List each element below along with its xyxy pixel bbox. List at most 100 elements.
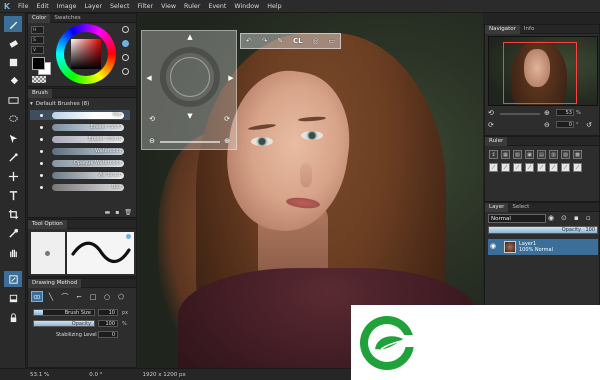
tab-drawing-method[interactable]: Drawing Method [28,278,82,288]
brush-item[interactable]: Air Brush [30,170,130,180]
flip-icon[interactable]: ◎ [312,37,318,45]
menu-help[interactable]: Help [263,3,285,10]
polyline-method-icon[interactable]: ⌐ [73,291,85,302]
mode-radio-icon[interactable] [122,26,129,33]
lock-icon[interactable] [4,309,22,325]
undo-icon[interactable]: ↶ [246,37,252,45]
navigator-thumbnail[interactable] [488,36,598,106]
folder-icon[interactable]: ▬ [105,209,111,216]
mode-radio-icon[interactable] [122,54,129,61]
mode-radio-icon[interactable] [122,68,129,75]
saturation-value-square[interactable] [71,39,101,69]
menu-filter[interactable]: Filter [133,3,157,10]
text-tool-icon[interactable] [4,187,22,203]
gradient-tool-icon[interactable] [4,92,22,108]
nav-zoom-out-icon[interactable]: ⊖ [544,121,550,129]
polygon-method-icon[interactable]: ⬠ [115,291,127,302]
crop-tool-icon[interactable] [4,206,22,222]
rotation-control-pad[interactable]: ▲ ◀ ▶ ▼ ⟲ ⟳ ⊖ ⊕ [141,30,237,150]
hand-tool-icon[interactable] [4,244,22,260]
tab-select[interactable]: Select [508,203,533,212]
menu-file[interactable]: File [14,3,33,10]
menu-select[interactable]: Select [106,3,133,10]
layer-row[interactable]: ◉ Layer1 100% Normal [488,239,598,255]
tab-layer[interactable]: Layer [485,202,509,212]
freehand-method-icon[interactable]: ꝏ [31,291,43,302]
menu-image[interactable]: Image [53,3,81,10]
new-brush-icon[interactable]: ▪ [115,209,119,216]
zoom-in-icon[interactable]: ⊕ [222,136,232,146]
brush-folder[interactable]: ▾ Default Brushes (8) [30,99,134,108]
ruler-line-icon[interactable]: ▦ [501,150,510,159]
blend-mode-select[interactable]: Normal [488,214,546,223]
rotate-right-icon[interactable]: ⟳ [222,114,232,124]
stabilizing-input[interactable]: 0 [98,331,118,338]
brush-item[interactable]: Eraser (Hard) [30,134,130,144]
perspective-6-icon[interactable]: ⟋ [549,163,558,172]
perspective-3-icon[interactable]: ⟋ [513,163,522,172]
lock-alpha-icon[interactable]: ⊙ [561,214,567,222]
saturation-field[interactable]: S [31,36,44,44]
tab-color[interactable]: Color [28,13,51,23]
menu-event[interactable]: Event [204,3,230,10]
perspective-8-icon[interactable]: ⟋ [573,163,582,172]
ruler-curve-icon[interactable]: ▧ [513,150,522,159]
hue-field[interactable]: H [31,26,44,34]
mode-radio-selected-icon[interactable] [122,40,129,47]
magic-wand-tool-icon[interactable] [4,149,22,165]
rectangle-tool-icon[interactable] [4,54,22,70]
arrow-down-icon[interactable]: ▼ [185,111,195,121]
arrow-left-icon[interactable]: ◀ [144,73,154,83]
ruler-parallel-icon[interactable]: ▤ [537,150,546,159]
rotate-left-icon[interactable]: ⟲ [147,114,157,124]
brush-item[interactable]: Watercolor [30,146,130,156]
arrow-right-icon[interactable]: ▶ [226,73,236,83]
ruler-radial-icon[interactable]: ▨ [561,150,570,159]
pen-tool-icon[interactable] [4,16,22,32]
tab-tool-option[interactable]: Tool Option [28,219,67,229]
brush-item[interactable]: Pen [30,110,130,120]
tab-brush[interactable]: Brush [28,88,52,98]
color-wheel[interactable] [56,24,116,84]
brush-size-slider[interactable]: Brush Size [33,309,95,316]
ruler-concentric-icon[interactable]: ▥ [549,150,558,159]
nav-angle-input[interactable]: 0 [556,121,574,128]
layer-opacity-value[interactable]: 100 [585,227,595,234]
brush-item[interactable]: Eraser (Soft) [30,122,130,132]
nav-rotate-right-icon[interactable]: ⟳ [488,121,494,129]
foreground-color-swatch[interactable] [32,57,45,70]
clip-icon[interactable]: ▪ [574,214,579,222]
lasso-tool-icon[interactable] [4,111,22,127]
layer-opacity-slider[interactable]: Opacity 100 [488,226,598,234]
select-tool-icon[interactable] [4,130,22,146]
perspective-2-icon[interactable]: ⟋ [501,163,510,172]
delete-layer-icon[interactable]: ▫ [586,214,591,222]
opacity-slider[interactable]: Opacity [33,320,95,327]
tab-info[interactable]: Info [520,25,538,34]
perspective-1-icon[interactable]: ⟋ [489,163,498,172]
nav-angle-slider[interactable] [500,113,540,115]
rectangle-method-icon[interactable]: □ [87,291,99,302]
curve-method-icon[interactable]: ⌒ [59,291,71,302]
menu-view[interactable]: View [157,3,180,10]
settings-icon[interactable] [126,234,131,239]
redo-icon[interactable]: ↷ [262,37,268,45]
ellipse-method-icon[interactable]: ○ [101,291,113,302]
move-tool-icon[interactable] [4,168,22,184]
opacity-input[interactable]: 100 [98,320,118,327]
nav-rotate-left-icon[interactable]: ⟲ [488,109,494,117]
brush-item[interactable]: Blur [30,182,130,192]
eyedropper-tool-icon[interactable] [4,225,22,241]
ruler-grid-icon[interactable]: ▩ [573,150,582,159]
menu-window[interactable]: Window [230,3,263,10]
zoom-slider[interactable] [160,141,220,143]
tab-swatches[interactable]: Swatches [50,14,84,23]
ruler-ellipse-icon[interactable]: ▣ [525,150,534,159]
line-method-icon[interactable]: ╲ [45,291,57,302]
menu-ruler[interactable]: Ruler [180,3,204,10]
navigator-viewport-frame[interactable] [503,42,577,104]
perspective-4-icon[interactable]: ⟋ [525,163,534,172]
fullscreen-icon[interactable] [4,290,22,306]
pen-mode-icon[interactable]: ✎ [277,37,283,45]
clear-layer-icon[interactable]: CL [293,37,303,45]
